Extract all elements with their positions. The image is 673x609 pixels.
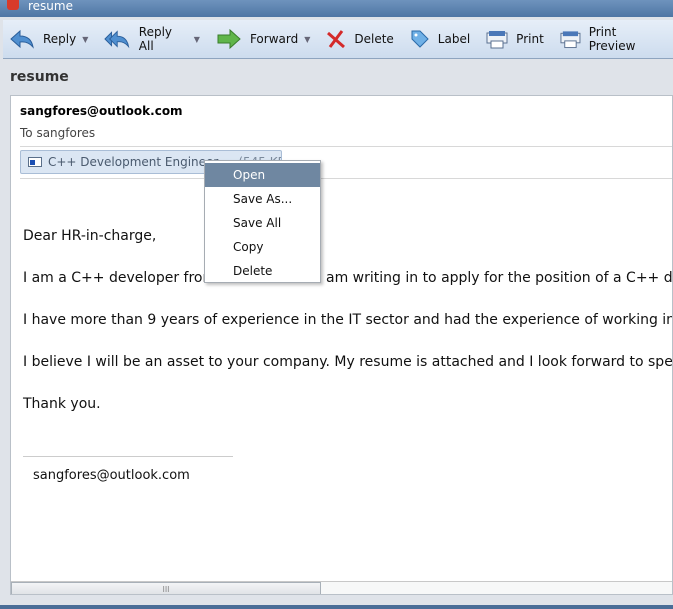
- toolbar: Reply ▼ Reply All ▼ Forward ▼ Delete Label …: [3, 20, 673, 59]
- divider: [20, 178, 672, 179]
- message-pane: sangfores@outlook.com To sangfores C++ D…: [10, 95, 673, 595]
- reply-all-button[interactable]: Reply All ▼: [98, 25, 206, 53]
- signature-divider: [23, 456, 233, 457]
- document-icon: [28, 157, 42, 167]
- menu-item-open[interactable]: Open: [205, 163, 320, 187]
- context-menu: Open Save As... Save All Copy Delete: [204, 160, 321, 283]
- menu-item-copy[interactable]: Copy: [205, 235, 320, 259]
- attachment-name: C++ Development Engineer: [48, 155, 219, 169]
- recipient: To sangfores: [20, 126, 96, 140]
- menu-item-save-as[interactable]: Save As...: [205, 187, 320, 211]
- app-logo-icon: [7, 0, 19, 10]
- body-paragraph: I believe I will be an asset to your com…: [23, 354, 673, 370]
- message-body: Dear HR-in-charge, I am a C++ developer …: [23, 228, 673, 438]
- scrollbar-thumb[interactable]: III: [11, 582, 321, 594]
- window-title: resume: [28, 0, 73, 13]
- chevron-down-icon[interactable]: ▼: [82, 35, 88, 44]
- body-paragraph: I am a C++ developer from am writing in t…: [23, 270, 673, 286]
- body-greeting: Dear HR-in-charge,: [23, 228, 157, 244]
- tag-icon: [411, 30, 429, 48]
- title-bar: resume: [0, 0, 673, 17]
- menu-item-delete[interactable]: Delete: [205, 259, 320, 283]
- printer-icon: [486, 31, 508, 49]
- horizontal-scrollbar[interactable]: III: [11, 581, 672, 594]
- forward-button[interactable]: Forward ▼: [210, 25, 316, 53]
- reply-icon: [10, 29, 34, 49]
- menu-item-save-all[interactable]: Save All: [205, 211, 320, 235]
- chevron-down-icon[interactable]: ▼: [304, 35, 310, 44]
- forward-arrow-icon: [217, 29, 241, 49]
- body-closing: Thank you.: [23, 396, 101, 412]
- message-subject: resume: [10, 69, 69, 85]
- label-button[interactable]: Label: [404, 25, 476, 53]
- print-preview-button[interactable]: Print Preview: [554, 25, 669, 53]
- delete-button[interactable]: Delete: [320, 25, 399, 53]
- chevron-down-icon[interactable]: ▼: [194, 35, 200, 44]
- reply-all-icon: [104, 30, 130, 49]
- print-preview-icon: [560, 31, 581, 49]
- divider: [20, 146, 672, 147]
- delete-x-icon: [327, 30, 346, 49]
- signature: sangfores@outlook.com: [33, 468, 190, 483]
- body-paragraph: I have more than 9 years of experience i…: [23, 312, 673, 328]
- reply-button[interactable]: Reply ▼: [3, 25, 94, 53]
- sender: sangfores@outlook.com: [20, 104, 183, 118]
- window-border: [0, 605, 673, 609]
- print-button[interactable]: Print: [480, 25, 550, 53]
